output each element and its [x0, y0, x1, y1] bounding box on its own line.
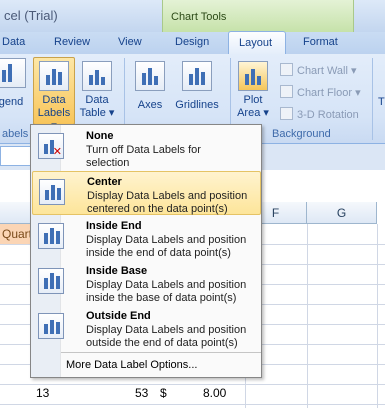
legend-icon	[0, 58, 26, 88]
chart-floor-button[interactable]: Chart Floor ▾	[280, 85, 361, 99]
legend-button[interactable]: gend	[0, 58, 28, 109]
plot-area-label-1: Plot	[243, 94, 263, 106]
axes-button[interactable]: Axes	[132, 58, 168, 112]
tab-data[interactable]: Data	[2, 36, 25, 48]
menu-item-desc: Display Data Labels and position inside t…	[86, 279, 247, 304]
rotation-icon	[280, 107, 293, 120]
chart-wall-label: Chart Wall ▾	[297, 65, 357, 77]
chart-wall-button[interactable]: Chart Wall ▾	[280, 63, 357, 77]
menu-item-desc: Turn off Data Labels for selection	[86, 144, 201, 169]
tab-design[interactable]: Design	[175, 36, 209, 48]
cell-value[interactable]: 13	[36, 386, 49, 400]
data-table-button[interactable]: Data Table ▾	[78, 58, 116, 120]
menu-item-title: Outside End	[86, 310, 151, 322]
gridlines-icon	[182, 61, 212, 91]
labels-group-label: abels	[2, 128, 29, 140]
rotation-button[interactable]: 3-D Rotation	[280, 107, 359, 121]
tab-view[interactable]: View	[118, 36, 142, 48]
chart-tools-label: Chart Tools	[171, 11, 227, 23]
tab-layout[interactable]: Layout	[228, 31, 286, 55]
menu-item-title: Center	[87, 176, 122, 188]
menu-item-none[interactable]: ✕ None Turn off Data Labels for selection	[32, 126, 261, 170]
legend-label: gend	[0, 96, 24, 108]
grid-line	[0, 384, 385, 385]
chart-wall-icon	[280, 63, 293, 76]
tab-review[interactable]: Review	[54, 36, 90, 48]
grid-line	[0, 404, 385, 405]
menu-item-desc: Display Data Labels and position inside t…	[86, 234, 247, 259]
none-labels-icon: ✕	[38, 133, 64, 159]
data-labels-label-1: Data	[42, 94, 66, 106]
group-separator	[372, 58, 373, 140]
center-labels-icon	[39, 179, 65, 205]
plot-area-button[interactable]: Plot Area ▾	[234, 58, 272, 120]
outside-end-labels-icon	[38, 313, 64, 339]
data-labels-menu: ✕ None Turn off Data Labels for selection…	[30, 124, 262, 378]
column-header-g[interactable]: G	[307, 202, 377, 224]
menu-item-title: None	[86, 130, 114, 142]
chart-floor-icon	[280, 85, 293, 98]
chart-floor-label: Chart Floor ▾	[297, 87, 361, 99]
ribbon-tab-row: Data Review View Design Format	[0, 32, 385, 54]
menu-item-title: Inside Base	[86, 265, 148, 277]
menu-separator	[61, 352, 261, 353]
data-labels-icon	[39, 61, 69, 91]
rotation-label: 3-D Rotation	[297, 109, 359, 121]
axes-label: Axes	[137, 99, 163, 111]
data-table-icon	[82, 61, 112, 91]
menu-item-inside-base[interactable]: Inside Base Display Data Labels and posi…	[32, 261, 261, 305]
inside-end-labels-icon	[38, 223, 64, 249]
cell-value[interactable]: 8.00	[203, 386, 226, 400]
menu-item-desc: Display Data Labels and position outside …	[86, 324, 247, 349]
menu-item-title: Inside End	[86, 220, 142, 232]
cell-quarter[interactable]: Quarte	[0, 224, 39, 244]
menu-item-outside-end[interactable]: Outside End Display Data Labels and posi…	[32, 306, 261, 350]
inside-base-labels-icon	[38, 268, 64, 294]
right-partial-label: T	[378, 96, 385, 108]
data-table-label-1: Data	[85, 94, 109, 106]
menu-item-desc: Display Data Labels and position centered…	[87, 190, 248, 215]
gridlines-button[interactable]: Gridlines	[172, 58, 222, 112]
menu-item-center[interactable]: Center Display Data Labels and position c…	[32, 171, 261, 215]
gridlines-label: Gridlines	[175, 99, 219, 111]
tab-layout-label: Layout	[239, 37, 273, 49]
grid-line	[307, 224, 308, 408]
background-group-label: Background	[272, 128, 331, 140]
tab-format[interactable]: Format	[303, 36, 338, 48]
name-box[interactable]	[0, 146, 34, 166]
more-data-label-options[interactable]: More Data Label Options...	[66, 359, 197, 371]
cell-value[interactable]: 53	[135, 386, 148, 400]
menu-item-inside-end[interactable]: Inside End Display Data Labels and posit…	[32, 216, 261, 260]
axes-icon	[135, 61, 165, 91]
grid-line	[377, 224, 378, 408]
title-bar: cel (Trial) Chart Tools	[0, 0, 385, 32]
plot-area-icon	[238, 61, 268, 91]
data-labels-button[interactable]: Data Labels ▾	[33, 57, 75, 132]
cell-currency[interactable]: $	[160, 386, 167, 400]
window-title: cel (Trial)	[4, 8, 58, 23]
chart-tools-band: Chart Tools	[162, 0, 354, 32]
plot-area-label-2: Area ▾	[237, 107, 269, 119]
data-table-label-2: Table ▾	[79, 107, 115, 119]
